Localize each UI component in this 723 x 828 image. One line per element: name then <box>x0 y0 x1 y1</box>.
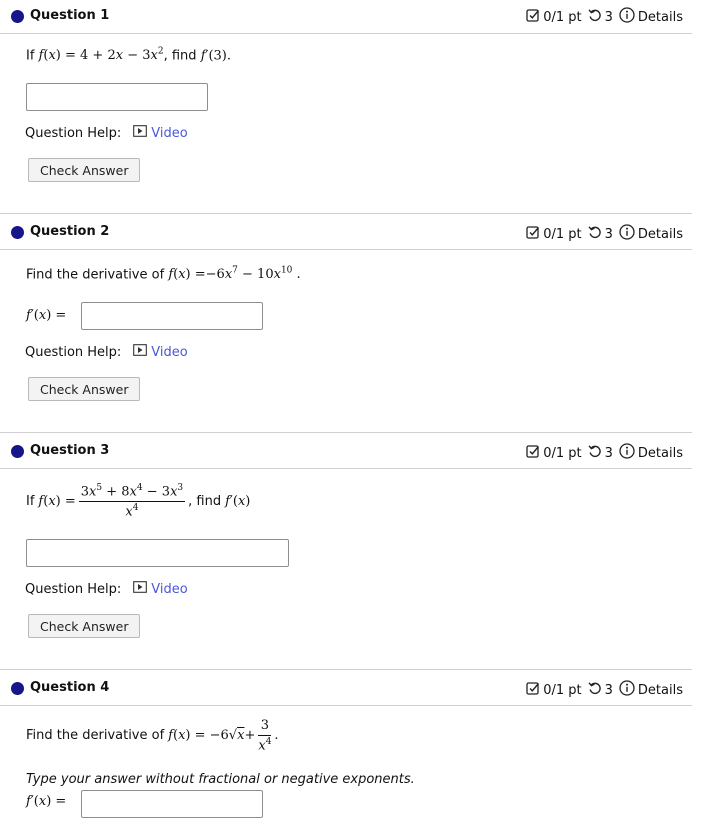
math-expression: f(x) = 4 + 2x − 3x2 <box>38 47 164 64</box>
question-title: Question 1 <box>30 8 110 23</box>
math-target: f′(3). <box>200 48 231 64</box>
question-title: Question 4 <box>30 680 110 695</box>
question-header: Question 3 0/1 pt 3 Details <box>0 432 692 469</box>
answer-input[interactable] <box>26 83 208 111</box>
details-link[interactable]: Details <box>638 446 683 461</box>
question-marker-icon <box>11 10 24 23</box>
details-link[interactable]: Details <box>638 683 683 698</box>
video-label: Video <box>151 581 188 597</box>
attempts-count: 3 <box>604 226 613 242</box>
score-text: 0/1 pt <box>543 9 582 25</box>
video-label: Video <box>151 125 188 141</box>
video-label: Video <box>151 344 188 360</box>
question-meta: 0/1 pt 3 Details <box>526 7 683 27</box>
details-link[interactable]: Details <box>638 227 683 242</box>
question-help: Question Help: Video <box>25 581 188 597</box>
video-link[interactable]: Video <box>133 581 188 597</box>
question-title: Question 2 <box>30 224 110 239</box>
prompt-prefix: If <box>26 48 35 64</box>
question-marker-icon <box>11 226 24 239</box>
video-icon <box>133 344 148 360</box>
question-prompt: Find the derivative of f(x) =−6x7 − 10x1… <box>26 266 301 282</box>
video-link[interactable]: Video <box>133 125 188 141</box>
details-link[interactable]: Details <box>638 10 683 25</box>
checkbox-score-icon <box>526 8 540 26</box>
question-meta: 0/1 pt 3 Details <box>526 680 683 700</box>
score-text: 0/1 pt <box>543 226 582 242</box>
video-link[interactable]: Video <box>133 344 188 360</box>
info-icon[interactable] <box>619 7 635 27</box>
question-help: Question Help: Video <box>25 344 188 360</box>
checkbox-score-icon <box>526 444 540 462</box>
question-prompt: If f(x) = 4 + 2x − 3x2, find f′(3). <box>26 47 231 63</box>
answer-instruction: Type your answer without fractional or n… <box>26 772 415 787</box>
math-target: f′(x) <box>225 493 251 509</box>
prompt-mid: , find <box>188 493 222 509</box>
check-answer-button[interactable]: Check Answer <box>28 614 141 638</box>
help-label: Question Help: <box>25 344 122 360</box>
question-title: Question 3 <box>30 443 110 458</box>
math-fraction: 3x5 + 8x4 − 3x3 x4 <box>78 483 186 520</box>
attempts-count: 3 <box>604 682 613 698</box>
checkbox-score-icon <box>526 681 540 699</box>
question-help: Question Help: Video <box>25 125 188 141</box>
attempts-count: 3 <box>604 445 613 461</box>
video-icon <box>133 125 148 141</box>
info-icon[interactable] <box>619 224 635 244</box>
question-header: Question 2 0/1 pt 3 Details <box>0 213 692 250</box>
answer-input[interactable] <box>81 790 263 818</box>
question-meta: 0/1 pt 3 Details <box>526 443 683 463</box>
answer-label: f′(x) = <box>26 794 67 809</box>
score-text: 0/1 pt <box>543 682 582 698</box>
score-text: 0/1 pt <box>543 445 582 461</box>
question-prompt: Find the derivative of f(x) = −6√ x + 3 x… <box>26 718 279 753</box>
check-answer-button[interactable]: Check Answer <box>28 377 141 401</box>
question-header: Question 1 0/1 pt 3 Details <box>0 0 692 34</box>
math-expression: f(x) = −6√ x + 3 x4 . <box>168 718 279 754</box>
answer-input[interactable] <box>26 539 289 567</box>
retry-icon <box>588 444 602 462</box>
prompt-prefix: Find the derivative of <box>26 267 165 283</box>
question-marker-icon <box>11 682 24 695</box>
info-icon[interactable] <box>619 680 635 700</box>
help-label: Question Help: <box>25 581 122 597</box>
prompt-mid: , find <box>163 48 197 64</box>
help-label: Question Help: <box>25 125 122 141</box>
answer-label: f′(x) = <box>26 308 67 323</box>
info-icon[interactable] <box>619 443 635 463</box>
question-header: Question 4 0/1 pt 3 Details <box>0 669 692 706</box>
math-expression: f(x) =−6x7 − 10x10 . <box>168 266 301 283</box>
math-fraction: 3 x4 <box>258 718 272 754</box>
checkbox-score-icon <box>526 225 540 243</box>
video-icon <box>133 581 148 597</box>
attempts-count: 3 <box>604 9 613 25</box>
question-prompt: If f(x) = 3x5 + 8x4 − 3x3 x4 , find f′(x… <box>26 483 250 520</box>
retry-icon <box>588 225 602 243</box>
math-expression: f(x) = 3x5 + 8x4 − 3x3 x4 <box>38 483 186 520</box>
retry-icon <box>588 681 602 699</box>
question-meta: 0/1 pt 3 Details <box>526 224 683 244</box>
prompt-prefix: If <box>26 493 35 509</box>
retry-icon <box>588 8 602 26</box>
answer-input[interactable] <box>81 302 263 330</box>
question-marker-icon <box>11 445 24 458</box>
prompt-prefix: Find the derivative of <box>26 728 165 744</box>
check-answer-button[interactable]: Check Answer <box>28 158 141 182</box>
